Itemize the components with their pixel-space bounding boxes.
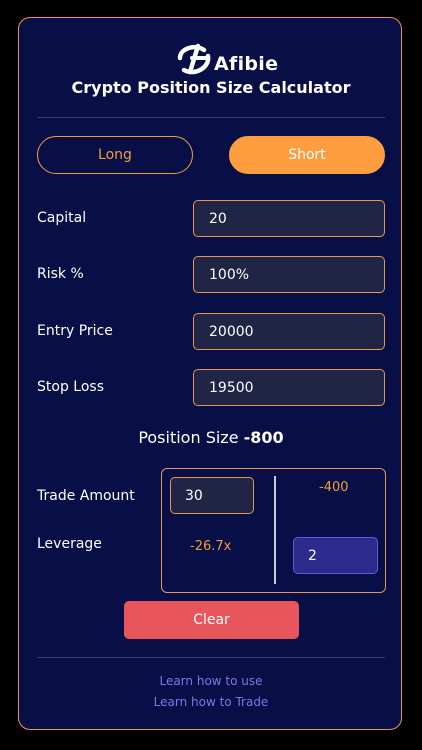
position-size-label: Position Size [138,428,239,447]
trade-amount-label: Trade Amount [37,488,135,504]
trade-amount-input[interactable] [170,477,254,514]
capital-input[interactable] [193,200,385,237]
logo-text: Afibie [214,53,279,75]
clear-button[interactable]: Clear [124,601,299,639]
capital-label: Capital [37,210,87,226]
risk-label: Risk % [37,266,84,282]
short-button[interactable]: Short [229,136,385,174]
leverage-result: -26.7x [190,539,232,554]
calculator-card: Afibie Crypto Position Size Calculator L… [18,17,402,730]
entry-price-label: Entry Price [37,323,113,339]
stop-loss-input[interactable] [193,369,385,406]
brand-logo: Afibie [174,40,278,80]
stop-loss-label: Stop Loss [37,379,104,395]
trade-leverage-box: -400 -26.7x [161,468,386,593]
afibie-logo-icon [177,43,211,75]
leverage-input[interactable] [293,537,378,574]
risk-input[interactable] [193,256,385,293]
box-separator [274,476,276,584]
page-title: Crypto Position Size Calculator [71,78,351,97]
entry-price-input[interactable] [193,313,385,350]
position-size: Position Size -800 [19,428,403,447]
trade-amount-result: -400 [319,480,349,495]
learn-how-to-trade-link[interactable]: Learn how to Trade [19,695,403,709]
divider-top [37,117,385,118]
divider-bottom [37,657,385,658]
leverage-label: Leverage [37,536,102,552]
learn-how-to-use-link[interactable]: Learn how to use [19,674,403,688]
long-button[interactable]: Long [37,136,193,174]
position-size-value: -800 [243,428,284,447]
